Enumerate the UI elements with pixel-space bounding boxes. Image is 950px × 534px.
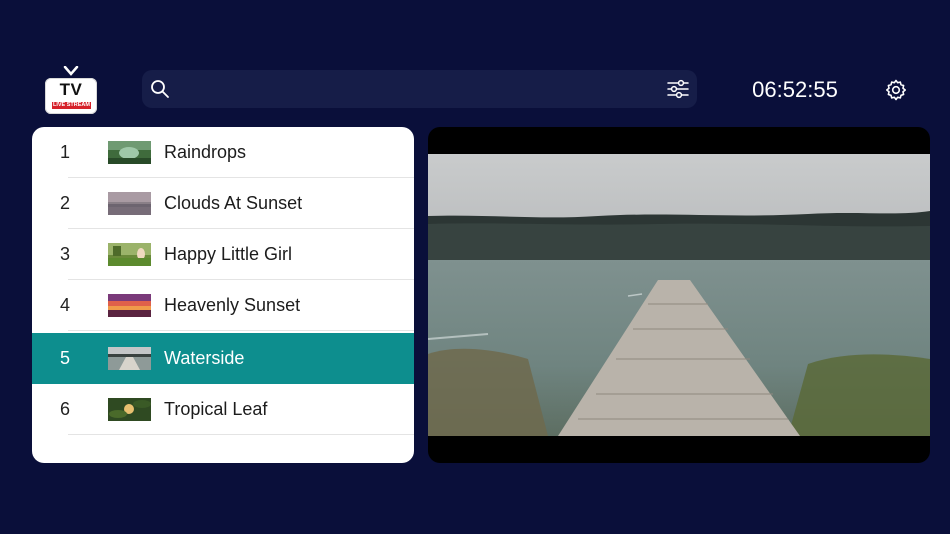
channel-number: 5	[60, 348, 71, 368]
channel-title: Heavenly Sunset	[164, 295, 301, 315]
channel-thumbnail	[108, 243, 151, 266]
channel-thumbnail	[108, 294, 151, 317]
channel-row-5[interactable]: 5 Waterside	[32, 333, 414, 384]
channel-thumbnail	[108, 398, 151, 421]
channel-number: 2	[60, 193, 71, 213]
channel-row-4[interactable]: 4 Heavenly Sunset	[32, 280, 414, 331]
search-bar	[142, 70, 697, 108]
logo-subtitle: LIVE STREAM	[52, 102, 91, 109]
row-divider	[68, 330, 414, 331]
antenna-icon	[63, 66, 79, 76]
logo-title: TV	[59, 80, 83, 99]
channel-row-3[interactable]: 3 Happy Little Girl	[32, 229, 414, 280]
channel-thumbnail	[108, 347, 151, 370]
channel-thumbnail	[108, 192, 151, 215]
row-divider	[68, 434, 414, 435]
channel-title: Raindrops	[164, 142, 247, 162]
sliders-icon[interactable]	[667, 78, 689, 100]
channel-title: Happy Little Girl	[164, 244, 293, 264]
channel-title: Waterside	[164, 348, 245, 368]
app-logo: TV LIVE STREAM	[44, 66, 98, 116]
channel-number: 4	[60, 295, 71, 315]
tv-logo-box: TV LIVE STREAM	[45, 78, 97, 114]
video-player[interactable]	[428, 127, 930, 463]
channel-title: Tropical Leaf	[164, 399, 268, 419]
channel-row-1[interactable]: 1 Raindrops	[32, 127, 414, 178]
channel-list: 1 Raindrops 2 Clouds At Sunset 3 Happy L…	[32, 127, 414, 463]
search-icon[interactable]	[150, 79, 170, 99]
channel-row-2[interactable]: 2 Clouds At Sunset	[32, 178, 414, 229]
channel-thumbnail	[108, 141, 151, 164]
channel-number: 1	[60, 142, 71, 162]
search-input[interactable]	[180, 76, 654, 104]
channel-title: Clouds At Sunset	[164, 193, 303, 213]
clock-time: 06:52:55	[752, 77, 838, 102]
channel-number: 6	[60, 399, 71, 419]
gear-icon[interactable]	[884, 78, 908, 102]
channel-number: 3	[60, 244, 71, 264]
video-frame[interactable]	[428, 154, 930, 436]
channel-row-6[interactable]: 6 Tropical Leaf	[32, 384, 414, 435]
